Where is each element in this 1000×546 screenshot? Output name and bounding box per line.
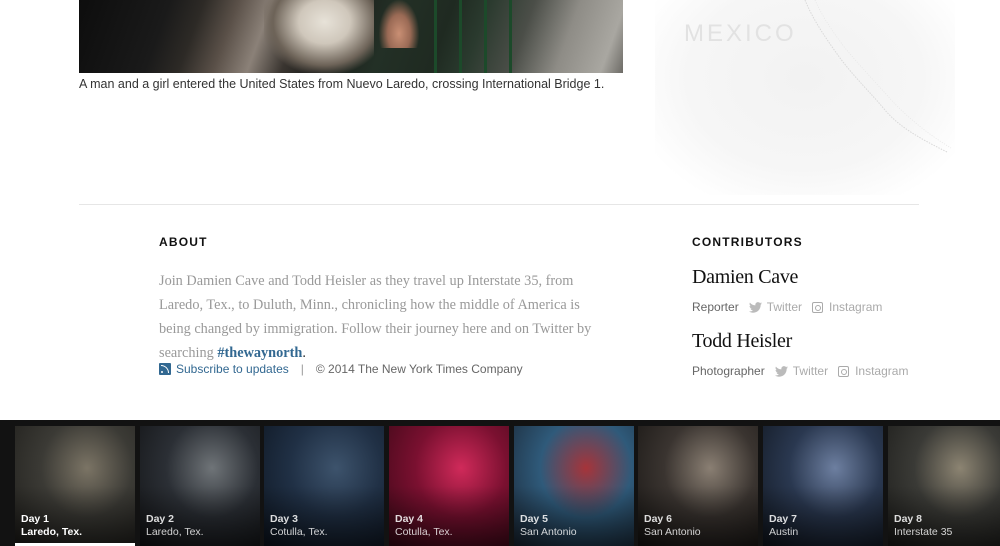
day-place: Cotulla, Tex.	[395, 526, 453, 538]
contributor-role: Reporter	[692, 300, 739, 314]
twitter-label: Twitter	[766, 300, 803, 314]
day-tile-7[interactable]: Day 7 Austin	[763, 426, 883, 546]
day-place: San Antonio	[520, 526, 577, 538]
subscribe-row: Subscribe to updates | © 2014 The New Yo…	[159, 361, 523, 377]
railing-bar	[509, 0, 512, 73]
day-tile-2[interactable]: Day 2 Laredo, Tex.	[140, 426, 260, 546]
instagram-label: Instagram	[855, 364, 909, 378]
hero-photo	[79, 0, 623, 73]
contributor-name: Todd Heisler	[692, 330, 792, 352]
day-tile-4[interactable]: Day 4 Cotulla, Tex.	[389, 426, 509, 546]
day-tile-8[interactable]: Day 8 Interstate 35	[888, 426, 1000, 546]
hashtag-link[interactable]: #thewaynorth	[217, 345, 302, 361]
separator: |	[300, 362, 304, 376]
copyright: © 2014 The New York Times Company	[315, 362, 523, 376]
instagram-icon	[838, 365, 850, 377]
contributor-role: Photographer	[692, 364, 765, 378]
person-figure	[264, 0, 374, 73]
instagram-link[interactable]: Instagram	[812, 300, 882, 314]
hand-on-railing	[379, 0, 419, 48]
day-number: Day 2	[146, 513, 175, 525]
day-number: Day 8	[894, 513, 923, 525]
twitter-link[interactable]: Twitter	[748, 300, 803, 314]
contributor-card: Damien Cave Reporter Twitter Instagram	[692, 266, 892, 314]
day-number: Day 6	[644, 513, 673, 525]
twitter-icon	[748, 301, 762, 313]
day-number: Day 7	[769, 513, 798, 525]
day-tile-1[interactable]: Day 1 Laredo, Tex.	[15, 426, 135, 546]
contributor-card: Todd Heisler Photographer Twitter Instag…	[692, 330, 918, 378]
subscribe-link[interactable]: Subscribe to updates	[176, 362, 289, 376]
about-heading: ABOUT	[159, 235, 208, 249]
day-tile-5[interactable]: Day 5 San Antonio	[514, 426, 634, 546]
day-place: Laredo, Tex.	[146, 526, 204, 538]
instagram-icon	[812, 301, 824, 313]
about-description: Join Damien Cave and Todd Heisler as the…	[159, 269, 609, 365]
day-number: Day 5	[520, 513, 549, 525]
photo-caption: A man and a girl entered the United Stat…	[79, 77, 605, 91]
day-number: Day 1	[21, 513, 50, 525]
day-place: San Antonio	[644, 526, 701, 538]
railing-bar	[484, 0, 487, 73]
railing-bar	[434, 0, 437, 73]
twitter-label: Twitter	[792, 364, 829, 378]
railing-bar	[459, 0, 462, 73]
day-place: Laredo, Tex.	[21, 526, 83, 538]
day-number: Day 4	[395, 513, 424, 525]
twitter-icon	[774, 365, 788, 377]
section-divider	[79, 204, 919, 205]
contributor-name: Damien Cave	[692, 266, 799, 288]
day-number: Day 3	[270, 513, 299, 525]
day-filmstrip: Day 1 Laredo, Tex. Day 2 Laredo, Tex. Da…	[0, 420, 1000, 546]
contributors-heading: CONTRIBUTORS	[692, 235, 803, 249]
twitter-link[interactable]: Twitter	[774, 364, 829, 378]
instagram-label: Instagram	[829, 300, 883, 314]
map-country-label: MEXICO	[684, 20, 797, 47]
day-place: Austin	[769, 526, 799, 538]
day-tile-6[interactable]: Day 6 San Antonio	[638, 426, 758, 546]
rss-icon[interactable]	[159, 363, 171, 375]
instagram-link[interactable]: Instagram	[838, 364, 908, 378]
day-tile-3[interactable]: Day 3 Cotulla, Tex.	[264, 426, 384, 546]
about-period: .	[302, 345, 306, 361]
day-place: Cotulla, Tex.	[270, 526, 328, 538]
day-place: Interstate 35	[894, 526, 953, 538]
